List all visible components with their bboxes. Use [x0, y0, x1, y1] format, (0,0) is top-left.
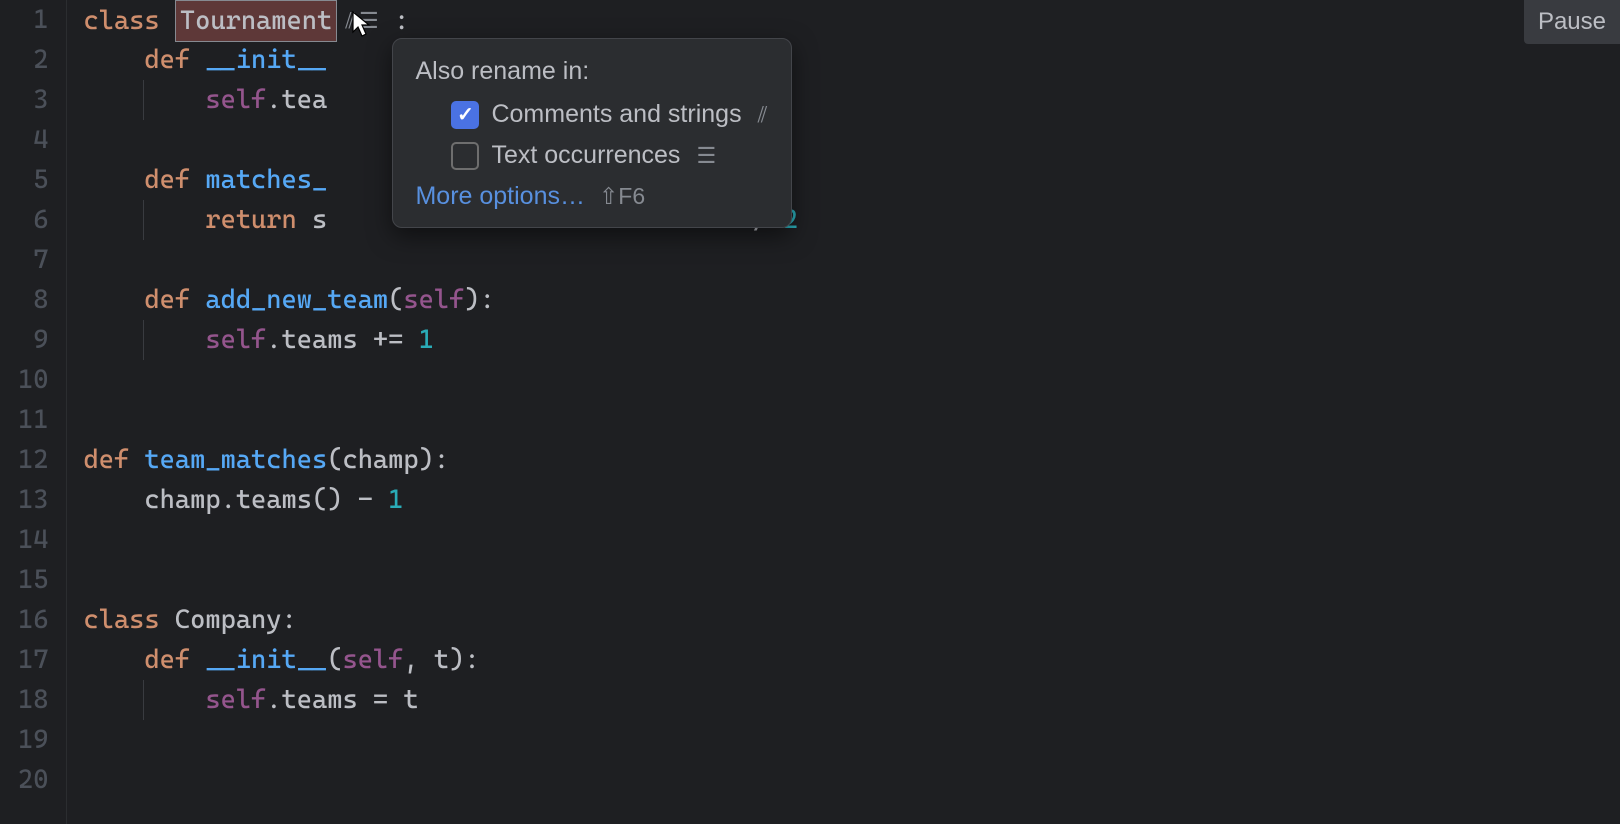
option-comments-strings[interactable]: Comments and strings ⫽	[415, 100, 769, 129]
func-name: matches_	[205, 165, 327, 195]
line-number: 4	[18, 120, 48, 160]
class-name: Company:	[160, 605, 297, 635]
line-number: 14	[18, 520, 48, 560]
code-area[interactable]: class Tournament⫽☰ : def __init__ self.t…	[67, 0, 1620, 824]
line-number: 7	[18, 240, 48, 280]
checkbox-label: Text occurrences	[491, 141, 680, 170]
code-line[interactable]: def add_new_team(self):	[83, 280, 1620, 320]
line-number: 2	[18, 40, 48, 80]
code-line[interactable]: class Tournament⫽☰ :	[83, 0, 1620, 40]
keyword: def	[144, 645, 190, 675]
line-number: 15	[18, 560, 48, 600]
double-slash-icon: ⫽	[758, 102, 768, 128]
more-options-row: More options… ⇧F6	[415, 182, 769, 211]
line-number: 3	[18, 80, 48, 120]
number: 1	[419, 325, 434, 355]
keyword: class	[83, 6, 159, 36]
line-number: 17	[18, 640, 48, 680]
rename-options-popup: Also rename in: Comments and strings ⫽ T…	[392, 38, 792, 228]
line-number: 10	[18, 360, 48, 400]
line-number: 8	[18, 280, 48, 320]
code-line[interactable]	[83, 360, 1620, 400]
code-line[interactable]: class Company:	[83, 600, 1620, 640]
code-line[interactable]: def __init__(self, t):	[83, 640, 1620, 680]
rename-input[interactable]: Tournament	[175, 0, 337, 42]
line-number: 5	[18, 160, 48, 200]
keyword: def	[144, 285, 190, 315]
self-ref: self	[205, 685, 266, 715]
self-ref: self	[205, 325, 266, 355]
popup-title: Also rename in:	[415, 57, 769, 86]
code-line[interactable]	[83, 520, 1620, 560]
checkbox-comments-strings[interactable]	[451, 101, 479, 129]
line-number: 12	[18, 440, 48, 480]
lines-icon: ☰	[696, 143, 716, 169]
func-name: __init__	[205, 45, 327, 75]
code-line[interactable]	[83, 120, 1620, 160]
keyword: def	[83, 445, 129, 475]
keyword: class	[83, 605, 159, 635]
code-line[interactable]: def __init__	[83, 40, 1620, 80]
keyword: def	[144, 45, 190, 75]
number: 1	[388, 485, 403, 515]
keyboard-shortcut: ⇧F6	[599, 183, 645, 210]
code-line[interactable]: self.teams += 1	[83, 320, 1620, 360]
code-line[interactable]	[83, 560, 1620, 600]
code-line[interactable]	[83, 400, 1620, 440]
line-number: 19	[18, 720, 48, 760]
punct: :	[394, 6, 409, 36]
comment-toggle-icon[interactable]: ⫽	[345, 2, 355, 42]
line-number: 9	[18, 320, 48, 360]
line-number: 11	[18, 400, 48, 440]
self-ref: self	[205, 85, 266, 115]
checkbox-text-occurrences[interactable]	[451, 142, 479, 170]
code-line[interactable]: def team_matches(champ):	[83, 440, 1620, 480]
text-toggle-icon[interactable]: ☰	[359, 2, 379, 42]
self-ref: self	[342, 645, 403, 675]
func-name: __init__	[205, 645, 327, 675]
code-editor[interactable]: 1 2 3 4 5 6 7 8 9 10 11 12 13 14 15 16 1…	[0, 0, 1620, 824]
line-number: 13	[18, 480, 48, 520]
keyword: return	[205, 205, 296, 235]
line-number: 18	[18, 680, 48, 720]
func-name: team_matches	[144, 445, 327, 475]
code-line[interactable]: self.tea	[83, 80, 1620, 120]
line-number: 1	[18, 0, 48, 40]
more-options-link[interactable]: More options…	[415, 182, 585, 211]
rename-inline-options[interactable]: ⫽☰	[345, 2, 379, 42]
code-line[interactable]	[83, 720, 1620, 760]
line-number-gutter: 1 2 3 4 5 6 7 8 9 10 11 12 13 14 15 16 1…	[0, 0, 67, 824]
line-number: 16	[18, 600, 48, 640]
self-ref: self	[403, 285, 464, 315]
code-line[interactable]: return s / 2	[83, 200, 1620, 240]
checkbox-label: Comments and strings	[491, 100, 741, 129]
line-number: 20	[18, 760, 48, 800]
pause-button[interactable]: Pause	[1524, 0, 1620, 44]
keyword: def	[144, 165, 190, 195]
option-text-occurrences[interactable]: Text occurrences ☰	[415, 141, 769, 170]
code-line[interactable]	[83, 760, 1620, 800]
code-line[interactable]	[83, 240, 1620, 280]
code-line[interactable]: def matches_	[83, 160, 1620, 200]
func-name: add_new_team	[205, 285, 388, 315]
code-line[interactable]: self.teams = t	[83, 680, 1620, 720]
code-line[interactable]: champ.teams() - 1	[83, 480, 1620, 520]
line-number: 6	[18, 200, 48, 240]
